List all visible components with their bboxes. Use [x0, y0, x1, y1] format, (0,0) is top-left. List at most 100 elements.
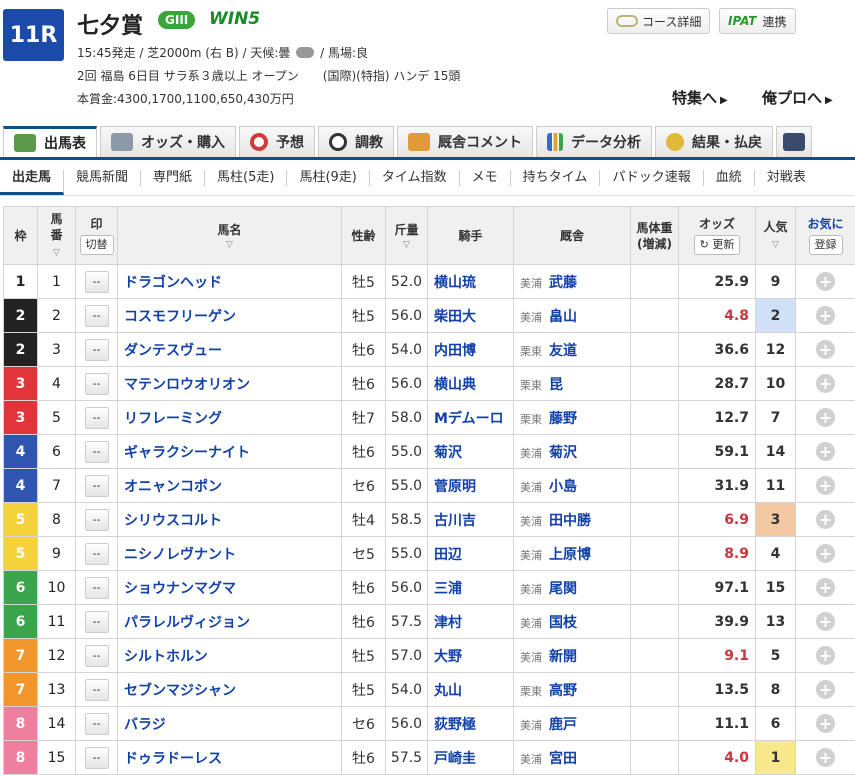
tab-shutuba[interactable]: 出馬表	[3, 126, 97, 157]
trainer-link[interactable]: 小島	[549, 479, 577, 495]
subtab-mochitime[interactable]: 持ちタイム	[511, 170, 601, 186]
tab-chokyo[interactable]: 調教	[318, 126, 394, 157]
add-favorite-icon[interactable]: +	[816, 612, 835, 631]
mark-select-button[interactable]: --	[85, 509, 109, 531]
jockey-link[interactable]: 戸崎圭	[428, 741, 514, 775]
add-favorite-icon[interactable]: +	[816, 544, 835, 563]
mark-select-button[interactable]: --	[85, 407, 109, 429]
col-umaban[interactable]: 馬番▽	[38, 207, 76, 265]
ore-pro-link[interactable]: 俺プロへ▶	[762, 87, 833, 108]
jockey-link[interactable]: 田辺	[428, 537, 514, 571]
add-favorite-icon[interactable]: +	[816, 306, 835, 325]
trainer-link[interactable]: 畠山	[549, 309, 577, 325]
tab-result[interactable]: 結果・払戻	[655, 126, 773, 157]
mark-select-button[interactable]: --	[85, 679, 109, 701]
subtab-senmonshi[interactable]: 専門紙	[141, 170, 205, 186]
col-kin[interactable]: 斤量▽	[386, 207, 428, 265]
mark-select-button[interactable]: --	[85, 305, 109, 327]
col-horse[interactable]: 馬名▽	[118, 207, 342, 265]
jockey-link[interactable]: 横山典	[428, 367, 514, 401]
subtab-kettou[interactable]: 血統	[704, 170, 755, 186]
horse-name-link[interactable]: リフレーミング	[118, 401, 342, 435]
jockey-link[interactable]: 菅原明	[428, 469, 514, 503]
tab-odds[interactable]: オッズ・購入	[100, 126, 236, 157]
horse-name-link[interactable]: ショウナンマグマ	[118, 571, 342, 605]
add-favorite-icon[interactable]: +	[816, 476, 835, 495]
tab-yoso[interactable]: 予想	[239, 126, 315, 157]
subtab-taisen[interactable]: 対戦表	[755, 170, 818, 186]
trainer-link[interactable]: 田中勝	[549, 513, 591, 529]
add-favorite-icon[interactable]: +	[816, 680, 835, 699]
trainer-link[interactable]: 高野	[549, 683, 577, 699]
add-favorite-icon[interactable]: +	[816, 272, 835, 291]
horse-name-link[interactable]: パラレルヴィジョン	[118, 605, 342, 639]
course-detail-button[interactable]: コース詳細	[607, 8, 710, 34]
col-pop[interactable]: 人気▽	[756, 207, 796, 265]
trainer-link[interactable]: 新開	[549, 649, 577, 665]
trainer-link[interactable]: 国枝	[549, 615, 577, 631]
mark-select-button[interactable]: --	[85, 475, 109, 497]
mark-select-button[interactable]: --	[85, 713, 109, 735]
mark-select-button[interactable]: --	[85, 577, 109, 599]
mark-select-button[interactable]: --	[85, 271, 109, 293]
trainer-link[interactable]: 藤野	[549, 411, 577, 427]
add-favorite-icon[interactable]: +	[816, 408, 835, 427]
jockey-link[interactable]: 菊沢	[428, 435, 514, 469]
horse-name-link[interactable]: ニシノレヴナント	[118, 537, 342, 571]
trainer-link[interactable]: 上原博	[549, 547, 591, 563]
mark-select-button[interactable]: --	[85, 441, 109, 463]
mark-select-button[interactable]: --	[85, 747, 109, 769]
subtab-keiba-shinbun[interactable]: 競馬新聞	[64, 170, 141, 186]
mark-select-button[interactable]: --	[85, 543, 109, 565]
add-favorite-icon[interactable]: +	[816, 374, 835, 393]
add-favorite-icon[interactable]: +	[816, 646, 835, 665]
trainer-link[interactable]: 菊沢	[549, 445, 577, 461]
trainer-link[interactable]: 友道	[549, 343, 577, 359]
jockey-link[interactable]: 柴田大	[428, 299, 514, 333]
trainer-link[interactable]: 武藤	[549, 275, 577, 291]
subtab-memo[interactable]: メモ	[460, 170, 511, 186]
subtab-paddock[interactable]: パドック速報	[600, 170, 703, 186]
fav-register-button[interactable]: 登録	[809, 235, 843, 255]
trainer-link[interactable]: 鹿戸	[549, 717, 577, 733]
add-favorite-icon[interactable]: +	[816, 510, 835, 529]
horse-name-link[interactable]: オニャンコポン	[118, 469, 342, 503]
mark-select-button[interactable]: --	[85, 373, 109, 395]
tab-data[interactable]: データ分析	[536, 126, 652, 157]
add-favorite-icon[interactable]: +	[816, 714, 835, 733]
jockey-link[interactable]: 古川吉	[428, 503, 514, 537]
subtab-shussouba[interactable]: 出走馬	[0, 170, 64, 195]
mark-select-button[interactable]: --	[85, 611, 109, 633]
add-favorite-icon[interactable]: +	[816, 578, 835, 597]
trainer-link[interactable]: 宮田	[549, 751, 577, 767]
horse-name-link[interactable]: ギャラクシーナイト	[118, 435, 342, 469]
horse-name-link[interactable]: ドゥラドーレス	[118, 741, 342, 775]
jockey-link[interactable]: 津村	[428, 605, 514, 639]
jockey-link[interactable]: 荻野極	[428, 707, 514, 741]
horse-name-link[interactable]: シリウスコルト	[118, 503, 342, 537]
jockey-link[interactable]: 丸山	[428, 673, 514, 707]
subtab-umabashira5[interactable]: 馬柱(5走)	[205, 170, 287, 186]
subtab-umabashira9[interactable]: 馬柱(9走)	[287, 170, 369, 186]
mark-select-button[interactable]: --	[85, 339, 109, 361]
odds-refresh-button[interactable]: ↻ 更新	[694, 235, 741, 255]
horse-name-link[interactable]: バラジ	[118, 707, 342, 741]
horse-name-link[interactable]: マテンロウオリオン	[118, 367, 342, 401]
trainer-link[interactable]: 昆	[549, 377, 563, 393]
jockey-link[interactable]: 三浦	[428, 571, 514, 605]
special-feature-link[interactable]: 特集へ▶	[672, 87, 728, 108]
tab-video[interactable]	[776, 126, 812, 157]
add-favorite-icon[interactable]: +	[816, 340, 835, 359]
horse-name-link[interactable]: セブンマジシャン	[118, 673, 342, 707]
jockey-link[interactable]: Mデムーロ	[428, 401, 514, 435]
mark-select-button[interactable]: --	[85, 645, 109, 667]
horse-name-link[interactable]: シルトホルン	[118, 639, 342, 673]
mark-toggle-button[interactable]: 切替	[80, 235, 114, 255]
jockey-link[interactable]: 内田博	[428, 333, 514, 367]
horse-name-link[interactable]: ダンテスヴュー	[118, 333, 342, 367]
jockey-link[interactable]: 横山琉	[428, 265, 514, 299]
tab-comment[interactable]: 厩舎コメント	[397, 126, 533, 157]
subtab-time-index[interactable]: タイム指数	[370, 170, 460, 186]
trainer-link[interactable]: 尾関	[549, 581, 577, 597]
horse-name-link[interactable]: コスモフリーゲン	[118, 299, 342, 333]
